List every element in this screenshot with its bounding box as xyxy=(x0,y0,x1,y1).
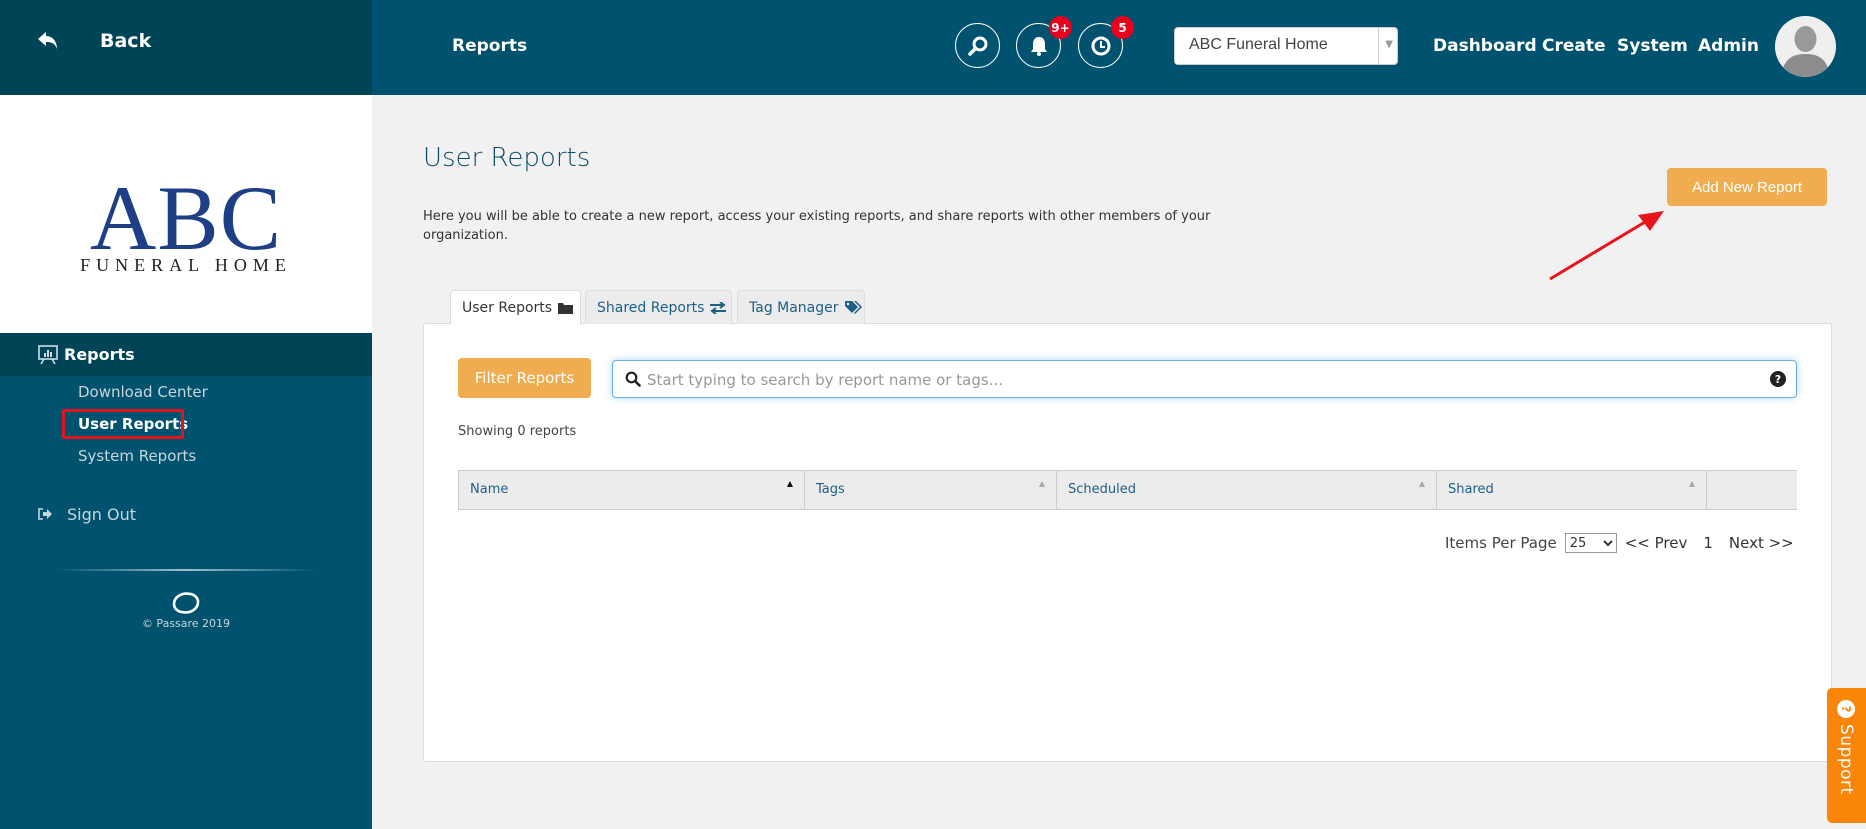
support-tab[interactable]: ? Support xyxy=(1827,688,1866,823)
search-icon xyxy=(625,371,641,387)
help-question-icon[interactable]: ? xyxy=(1770,371,1786,387)
select-divider xyxy=(1378,28,1379,64)
sort-ascending-icon: ▲ xyxy=(786,479,793,488)
tab-label: User Reports xyxy=(462,300,553,316)
tab-label: Shared Reports xyxy=(597,299,705,316)
exchange-icon xyxy=(710,301,727,314)
next-page-link[interactable]: Next >> xyxy=(1729,534,1794,552)
presentation-chart-icon xyxy=(38,345,58,365)
tags-icon xyxy=(844,300,862,314)
tab-user-reports[interactable]: User Reports xyxy=(450,290,581,325)
sidebar-item-download-center[interactable]: Download Center xyxy=(78,383,208,401)
nav-system[interactable]: System xyxy=(1617,36,1688,56)
clock-icon xyxy=(1091,36,1110,55)
page-title: User Reports xyxy=(423,143,591,173)
column-label: Name xyxy=(470,482,509,497)
sort-icon: ▲ xyxy=(1418,479,1425,488)
sign-out-icon xyxy=(38,508,52,524)
company-logo-title: ABC xyxy=(89,167,283,269)
items-per-page-label: Items Per Page xyxy=(1445,534,1557,552)
search-button[interactable] xyxy=(955,23,1000,68)
sort-icon: ▲ xyxy=(1688,479,1695,488)
organization-select-value: ABC Funeral Home xyxy=(1189,36,1328,53)
column-header-shared[interactable]: Shared ▲ xyxy=(1437,471,1707,509)
folder-icon xyxy=(558,303,574,314)
reports-table-header: Name ▲ Tags ▲ Scheduled ▲ Shared ▲ xyxy=(458,470,1797,510)
current-page-number[interactable]: 1 xyxy=(1703,534,1713,552)
annotation-arrow xyxy=(1549,211,1664,281)
report-search-field[interactable]: ? xyxy=(612,360,1797,398)
company-logo-subtitle: FUNERAL HOME xyxy=(80,255,292,275)
prev-page-link[interactable]: << Prev xyxy=(1625,534,1688,552)
nav-create[interactable]: Create xyxy=(1542,36,1606,56)
report-search-input[interactable] xyxy=(647,368,1747,392)
back-button[interactable]: Back xyxy=(100,30,151,52)
tab-shared-reports[interactable]: Shared Reports xyxy=(585,290,732,324)
highlight-box xyxy=(62,409,184,439)
sidebar-section-label: Reports xyxy=(64,345,135,364)
notifications-badge: 9+ xyxy=(1049,16,1072,39)
column-header-name[interactable]: Name ▲ xyxy=(459,471,805,509)
add-new-report-button[interactable]: Add New Report xyxy=(1667,168,1827,206)
nav-admin[interactable]: Admin xyxy=(1698,36,1759,56)
filter-reports-button[interactable]: Filter Reports xyxy=(458,358,591,398)
sidebar-item-system-reports[interactable]: System Reports xyxy=(78,447,196,465)
sign-out-link[interactable]: Sign Out xyxy=(67,505,136,524)
column-header-actions xyxy=(1707,471,1797,509)
column-label: Scheduled xyxy=(1068,482,1136,497)
question-circle-icon: ? xyxy=(1837,700,1855,718)
results-count: Showing 0 reports xyxy=(458,424,577,439)
back-arrow-icon[interactable] xyxy=(36,30,60,52)
tab-tag-manager[interactable]: Tag Manager xyxy=(737,290,865,324)
user-avatar[interactable] xyxy=(1775,16,1836,77)
section-title: Reports xyxy=(452,36,528,56)
bell-icon xyxy=(1030,36,1047,56)
items-per-page-select[interactable]: 25 xyxy=(1564,533,1617,553)
copyright-text: © Passare 2019 xyxy=(141,617,231,630)
page-description: Here you will be able to create a new re… xyxy=(423,209,1211,243)
sidebar-divider xyxy=(55,569,317,571)
column-label: Shared xyxy=(1448,482,1494,497)
chevron-down-icon: ▼ xyxy=(1385,39,1393,50)
column-header-scheduled[interactable]: Scheduled ▲ xyxy=(1057,471,1437,509)
support-label: Support xyxy=(1836,724,1856,795)
passare-logo-icon xyxy=(170,591,202,615)
sort-icon: ▲ xyxy=(1038,479,1045,488)
pagination: Items Per Page 25 << Prev 1 Next >> xyxy=(1445,533,1794,553)
tab-label: Tag Manager xyxy=(749,299,839,316)
column-label: Tags xyxy=(816,482,845,497)
column-header-tags[interactable]: Tags ▲ xyxy=(805,471,1057,509)
organization-select[interactable]: ABC Funeral Home ▼ xyxy=(1174,27,1398,65)
nav-dashboard[interactable]: Dashboard xyxy=(1433,36,1537,56)
history-badge: 5 xyxy=(1111,16,1134,39)
search-icon xyxy=(967,36,987,56)
